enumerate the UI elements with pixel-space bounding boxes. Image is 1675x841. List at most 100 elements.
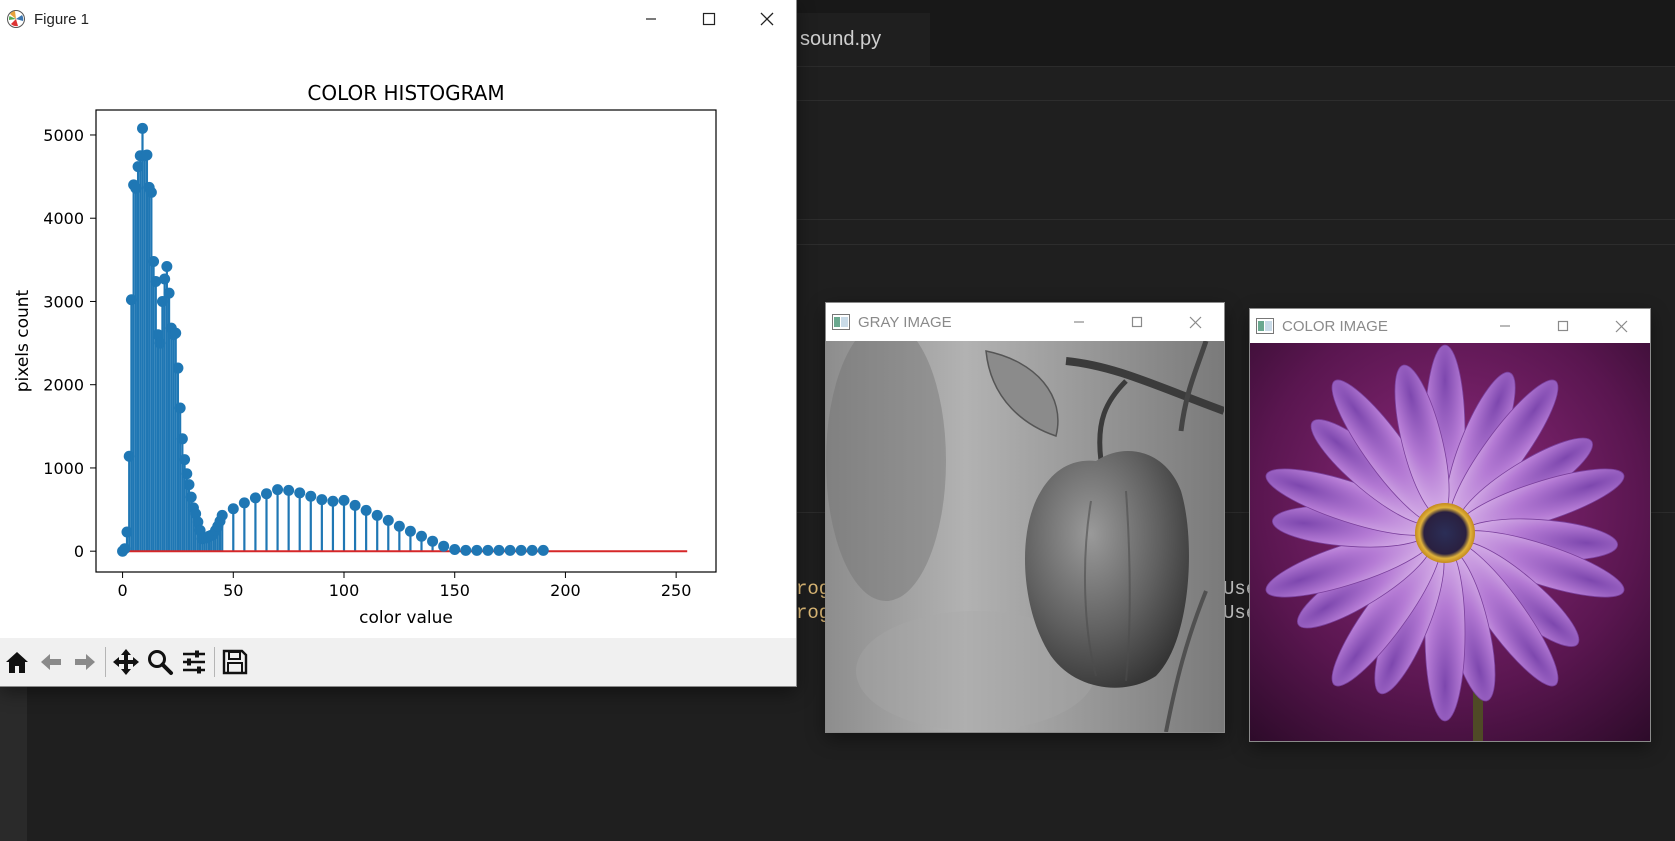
- ide-divider: [795, 244, 1675, 245]
- stem-marker: [159, 273, 171, 285]
- y-tick-label: 0: [74, 542, 84, 561]
- stem-marker: [438, 540, 450, 552]
- stem-marker: [515, 544, 527, 556]
- x-tick-label: 100: [329, 581, 360, 600]
- stem-marker: [305, 490, 317, 502]
- back-arrow-icon: [41, 654, 61, 670]
- stem-marker: [161, 260, 173, 272]
- maximize-button[interactable]: [680, 0, 738, 38]
- close-icon: [1189, 316, 1201, 328]
- color-image-titlebar[interactable]: COLOR IMAGE: [1250, 309, 1650, 343]
- configure-subplots-icon: [183, 650, 205, 674]
- close-icon: [1615, 320, 1627, 332]
- gray-image-titlebar[interactable]: GRAY IMAGE: [826, 303, 1224, 341]
- save-button[interactable]: [218, 642, 252, 682]
- stem-marker: [148, 256, 160, 268]
- stem-marker: [181, 468, 193, 480]
- y-tick-label: 3000: [43, 292, 84, 311]
- gray-image-window[interactable]: GRAY IMAGE: [826, 303, 1224, 732]
- editor-tab-sound-py[interactable]: sound.py: [795, 13, 930, 66]
- y-tick-label: 5000: [43, 126, 84, 145]
- x-axis-label: color value: [359, 608, 453, 628]
- window-title: GRAY IMAGE: [858, 313, 952, 331]
- home-button[interactable]: [0, 642, 34, 682]
- stem-marker: [283, 484, 295, 496]
- toolbar-separator: [105, 647, 106, 677]
- y-tick-label: 2000: [43, 376, 84, 395]
- maximize-button[interactable]: [1108, 303, 1166, 341]
- forward-button[interactable]: [68, 642, 102, 682]
- close-button[interactable]: [738, 0, 796, 38]
- toolbar-separator: [214, 647, 215, 677]
- window-title: Figure 1: [34, 10, 90, 28]
- stem-marker: [141, 149, 153, 161]
- stem-marker: [185, 491, 197, 503]
- x-tick-label: 250: [661, 581, 692, 600]
- back-button[interactable]: [34, 642, 68, 682]
- stem-marker: [179, 454, 191, 466]
- stem-marker: [132, 161, 144, 173]
- minimize-button[interactable]: [1050, 303, 1108, 341]
- x-tick-label: 150: [439, 581, 470, 600]
- stem-marker: [272, 484, 284, 496]
- stem-marker: [327, 495, 339, 507]
- close-button[interactable]: [1592, 309, 1650, 343]
- stem-marker: [163, 287, 175, 299]
- stem-marker: [176, 433, 188, 445]
- minimize-button[interactable]: [622, 0, 680, 38]
- stem-marker: [238, 497, 250, 509]
- stem-marker: [294, 487, 306, 499]
- x-tick-label: 50: [223, 581, 243, 600]
- stem-marker: [216, 509, 228, 521]
- stem-marker: [471, 544, 483, 556]
- figure-canvas[interactable]: COLOR HISTOGRAM 0 50 100 150 200 250 0 1000 2000…: [0, 38, 796, 638]
- stem-marker: [382, 514, 394, 526]
- histogram-chart[interactable]: COLOR HISTOGRAM 0 50 100 150 200 250 0 1000 2000…: [0, 38, 796, 638]
- forward-arrow-icon: [75, 654, 95, 670]
- ide-activity-bar: [0, 685, 27, 841]
- matplotlib-logo-icon: [6, 9, 26, 29]
- stem-marker: [183, 479, 195, 491]
- stem-marker: [482, 544, 494, 556]
- maximize-icon: [1131, 316, 1143, 328]
- stem-marker: [404, 525, 416, 537]
- color-image-window[interactable]: COLOR IMAGE: [1250, 309, 1650, 741]
- navigation-toolbar: [0, 638, 796, 686]
- figure-window[interactable]: Figure 1 COLOR HISTOGRAM 0 50 100 150 200 250…: [0, 0, 796, 686]
- stem-marker: [119, 543, 131, 555]
- stem-marker: [316, 494, 328, 506]
- minimize-icon: [646, 18, 656, 20]
- pan-button[interactable]: [109, 642, 143, 682]
- stem-marker: [537, 544, 549, 556]
- y-tick-label: 4000: [43, 209, 84, 228]
- configure-subplots-button[interactable]: [177, 642, 211, 682]
- stem-marker: [227, 503, 239, 515]
- ide-divider: [795, 100, 1675, 101]
- opencv-window-icon: [1256, 318, 1274, 334]
- stem-marker: [504, 544, 516, 556]
- opencv-window-icon: [832, 314, 850, 330]
- stem-marker: [261, 488, 272, 500]
- home-icon: [6, 652, 28, 673]
- stem-marker: [170, 327, 182, 339]
- window-title: COLOR IMAGE: [1282, 317, 1388, 335]
- save-icon: [222, 649, 248, 675]
- figure-titlebar[interactable]: Figure 1: [0, 0, 796, 38]
- stem-marker: [338, 494, 350, 506]
- maximize-button[interactable]: [1534, 309, 1592, 343]
- stem-marker: [154, 337, 166, 349]
- stem-marker: [130, 182, 142, 194]
- stem-marker: [145, 186, 157, 198]
- minimize-icon: [1074, 321, 1084, 323]
- minimize-button[interactable]: [1476, 309, 1534, 343]
- pan-icon: [113, 649, 139, 675]
- ide-divider: [795, 219, 1675, 220]
- stem-marker: [427, 535, 439, 547]
- stem-marker: [449, 544, 461, 556]
- stem-marker: [349, 499, 361, 511]
- zoom-button[interactable]: [143, 642, 177, 682]
- close-button[interactable]: [1166, 303, 1224, 341]
- y-axis-label: pixels count: [13, 289, 33, 392]
- stem-marker: [493, 544, 505, 556]
- y-tick-label: 1000: [43, 459, 84, 478]
